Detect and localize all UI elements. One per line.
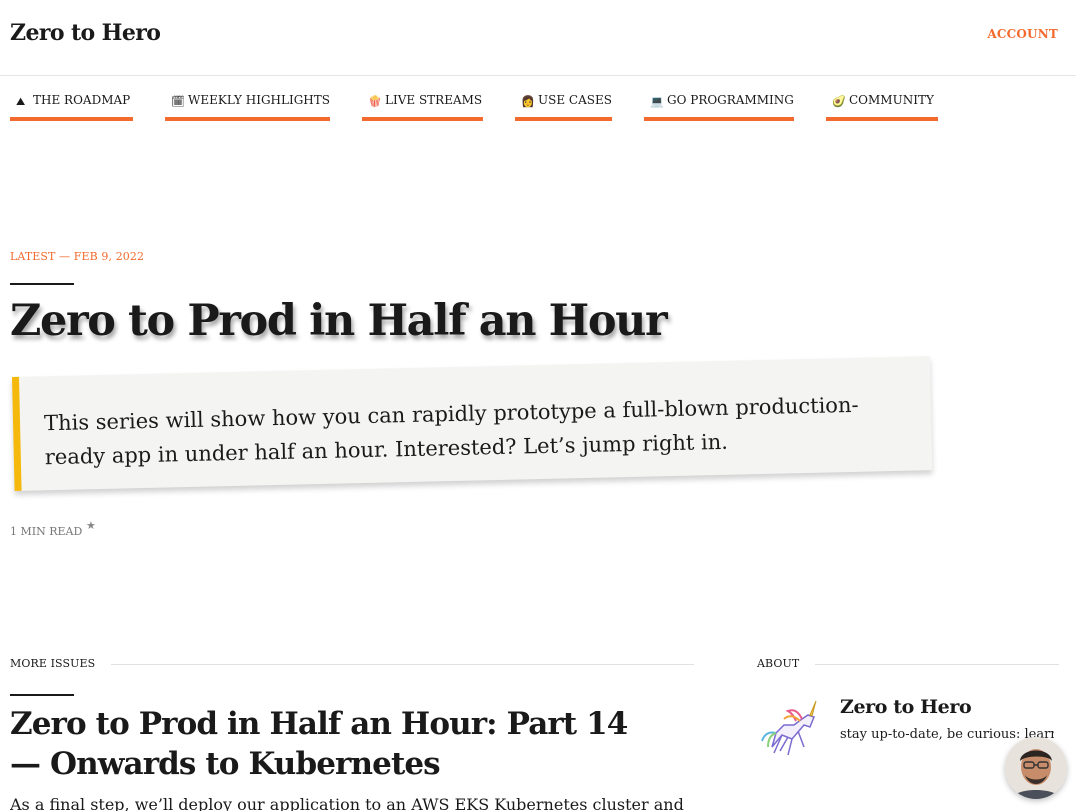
nav-item-label: USE CASES (538, 93, 612, 107)
callout-box: This series will show how you can rapidl… (12, 356, 933, 491)
person-avatar-icon (1005, 737, 1067, 799)
issue-title[interactable]: Zero to Prod in Half an Hour: Part 14 — … (10, 704, 650, 784)
account-link[interactable]: ACCOUNT (987, 27, 1058, 41)
nav-item-use-cases[interactable]: 👩 USE CASES (515, 93, 612, 121)
issue-divider (10, 694, 74, 696)
title-divider (10, 283, 74, 285)
avocado-icon: 🥑 (832, 95, 846, 108)
more-issues-line (10, 664, 694, 665)
nav-item-roadmap[interactable]: ⛰ THE ROADMAP (10, 93, 133, 121)
star-icon: ★ (86, 519, 96, 532)
nav-item-weekly-highlights[interactable]: 🗓 WEEKLY HIGHLIGHTS (165, 93, 330, 121)
site-logo[interactable]: Zero to Hero (10, 20, 161, 46)
nav-item-label: COMMUNITY (849, 93, 934, 107)
issue-excerpt: As a final step, we’ll deploy our applic… (10, 795, 684, 811)
nav-item-community[interactable]: 🥑 COMMUNITY (826, 93, 938, 121)
about-label: ABOUT (757, 657, 816, 670)
chat-avatar[interactable] (1005, 737, 1067, 799)
post-meta: LATEST — FEB 9, 2022 (10, 250, 145, 263)
popcorn-icon: 🍿 (368, 95, 382, 108)
hero-title[interactable]: Zero to Prod in Half an Hour (10, 296, 668, 346)
nav-item-label: WEEKLY HIGHLIGHTS (188, 93, 330, 107)
nav-item-label: LIVE STREAMS (385, 93, 483, 107)
nav-item-go-programming[interactable]: 💻 GO PROGRAMMING (644, 93, 794, 121)
person-icon: 👩 (521, 95, 535, 108)
callout-text: This series will show how you can rapidl… (43, 392, 859, 470)
about-name[interactable]: Zero to Hero (840, 696, 972, 718)
laptop-icon: 💻 (650, 95, 664, 108)
nav-item-label: GO PROGRAMMING (667, 93, 794, 107)
nav-item-live-streams[interactable]: 🍿 LIVE STREAMS (362, 93, 483, 121)
read-time: 1 MIN READ (10, 525, 83, 538)
top-bar: Zero to Hero ACCOUNT (0, 0, 1076, 76)
unicorn-icon (761, 700, 817, 756)
mountain-icon: ⛰ (16, 95, 26, 108)
nav-item-label: THE ROADMAP (33, 93, 131, 107)
more-issues-label: MORE ISSUES (10, 657, 112, 670)
calendar-icon: 🗓 (171, 95, 185, 108)
